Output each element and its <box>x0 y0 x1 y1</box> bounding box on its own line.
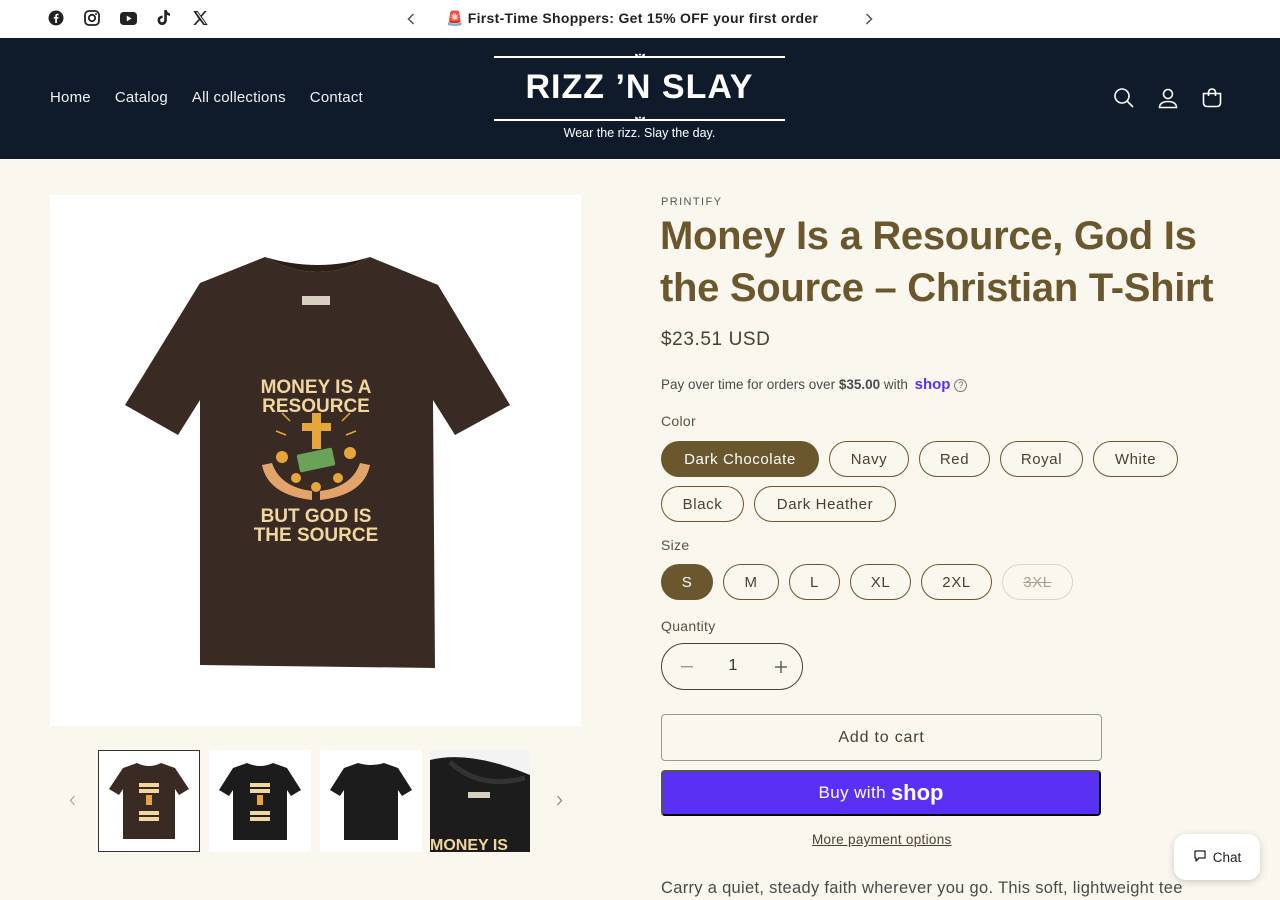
more-payment-options-link[interactable]: More payment options <box>812 832 952 847</box>
shop-pay-logo: shop <box>914 376 951 393</box>
color-label: Color <box>661 413 696 429</box>
size-option-2xl[interactable]: 2XL <box>921 564 992 600</box>
nav-catalog[interactable]: Catalog <box>115 89 168 106</box>
product-price: $23.51 USD <box>661 329 771 350</box>
product-main-image[interactable]: MONEY IS A RESOURCE BUT GOD IS THE SOURC… <box>50 195 581 726</box>
announcement-bar: 🚨 First-Time Shoppers: Get 15% OFF your f… <box>0 0 1280 38</box>
quantity-label: Quantity <box>661 618 716 634</box>
chat-button[interactable]: Chat <box>1174 834 1260 880</box>
quantity-decrease-button[interactable] <box>676 656 698 678</box>
site-logo[interactable]: ▸•◂ RIZZ ’N SLAY ▸•◂ Wear the rizz. Slay… <box>494 52 785 146</box>
thumbnail-1[interactable] <box>98 750 200 852</box>
nav-all-collections[interactable]: All collections <box>192 89 286 106</box>
color-option-white[interactable]: White <box>1093 441 1178 477</box>
size-option-xl[interactable]: XL <box>850 564 911 600</box>
announcement-next-button[interactable] <box>859 9 879 29</box>
color-option-navy[interactable]: Navy <box>829 441 909 477</box>
shirt-print-bottom: BUT GOD IS <box>261 506 372 527</box>
quantity-stepper: 1 <box>661 643 803 690</box>
size-label: Size <box>661 537 690 553</box>
color-option-dark-chocolate[interactable]: Dark Chocolate <box>661 441 819 477</box>
logo-title: RIZZ ’N SLAY <box>525 68 754 106</box>
buy-with-shop-button[interactable]: Buy with shop <box>661 770 1101 816</box>
thumbnail-strip: MONEY IS <box>0 750 600 852</box>
nav-home[interactable]: Home <box>50 89 91 106</box>
product-vendor: PRINTIFY <box>661 196 723 208</box>
thumbnail-4[interactable]: MONEY IS <box>430 750 530 852</box>
search-icon[interactable] <box>1112 86 1136 110</box>
logo-tagline: Wear the rizz. Slay the day. <box>563 126 716 140</box>
color-option-red[interactable]: Red <box>919 441 990 477</box>
quantity-increase-button[interactable] <box>770 656 792 678</box>
thumbnail-print-text: MONEY IS <box>430 837 508 852</box>
logo-bottom-rule <box>494 119 785 121</box>
shop-logo: shop <box>890 780 944 805</box>
help-icon[interactable]: ? <box>954 379 968 392</box>
installments-banner: Pay over time for orders over $35.00 wit… <box>661 376 968 393</box>
quantity-input[interactable]: 1 <box>708 657 758 675</box>
size-option-s[interactable]: S <box>661 564 713 600</box>
site-header: Home Catalog All collections Contact ▸•◂… <box>0 38 1280 159</box>
thumbnail-prev-button[interactable] <box>63 791 81 809</box>
account-icon[interactable] <box>1156 86 1180 110</box>
chat-icon <box>1193 849 1207 866</box>
svg-text:THE SOURCE: THE SOURCE <box>254 525 379 546</box>
tiktok-icon[interactable] <box>154 8 174 28</box>
size-option-l[interactable]: L <box>789 564 840 600</box>
color-option-dark-heather[interactable]: Dark Heather <box>754 486 896 522</box>
chat-label: Chat <box>1212 849 1242 865</box>
product-title: Money Is a Resource, God Is the Source –… <box>660 214 1214 310</box>
product-description: Carry a quiet, steady faith wherever you… <box>661 879 1183 897</box>
thumbnail-2[interactable] <box>209 750 311 852</box>
thumbnail-3[interactable] <box>320 750 422 852</box>
youtube-icon[interactable] <box>118 8 138 28</box>
bowtie-icon: ▸•◂ <box>635 52 645 59</box>
color-option-royal[interactable]: Royal <box>1000 441 1083 477</box>
thumbnail-next-button[interactable] <box>550 791 568 809</box>
shirt-print-top: MONEY IS A <box>261 377 372 398</box>
add-to-cart-button[interactable]: Add to cart <box>661 714 1102 761</box>
facebook-icon[interactable] <box>46 8 66 28</box>
siren-icon: 🚨 <box>446 10 464 26</box>
x-icon[interactable] <box>190 8 210 28</box>
announcement-prev-button[interactable] <box>401 9 421 29</box>
main-nav: Home Catalog All collections Contact <box>50 89 363 106</box>
color-option-black[interactable]: Black <box>661 486 744 522</box>
social-links <box>46 8 210 28</box>
tshirt-image: MONEY IS A RESOURCE BUT GOD IS THE SOURC… <box>125 257 510 668</box>
size-option-3xl[interactable]: 3XL <box>1002 564 1073 600</box>
installments-amount: $35.00 <box>838 377 881 392</box>
announcement-text[interactable]: 🚨 First-Time Shoppers: Get 15% OFF your f… <box>446 10 818 27</box>
instagram-icon[interactable] <box>82 8 102 28</box>
nav-contact[interactable]: Contact <box>310 89 363 106</box>
size-option-m[interactable]: M <box>723 564 779 600</box>
header-actions <box>1112 86 1224 110</box>
cart-icon[interactable] <box>1200 86 1224 110</box>
